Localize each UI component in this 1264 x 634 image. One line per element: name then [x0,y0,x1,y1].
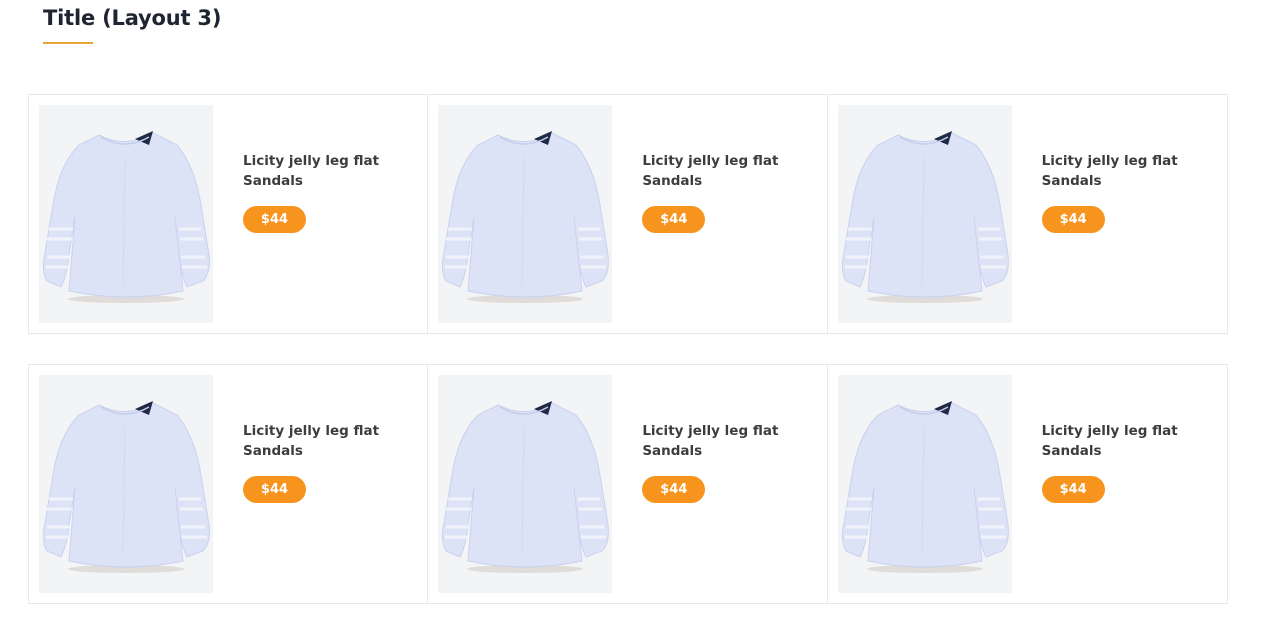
product-card: Licity jelly leg flat Sandals $44 [29,95,429,333]
section-title: Title (Layout 3) [43,6,222,30]
product-image[interactable] [837,375,1012,593]
product-row: Licity jelly leg flat Sandals $44 Licity… [28,94,1228,334]
title-underline [43,42,93,44]
product-name-link[interactable]: Licity jelly leg flat Sandals [1042,151,1192,191]
price-badge: $44 [1041,476,1105,503]
price-badge: $44 [1041,206,1105,233]
product-name-link[interactable]: Licity jelly leg flat Sandals [243,421,393,461]
product-card: Licity jelly leg flat Sandals $44 [428,365,828,603]
product-name-link[interactable]: Licity jelly leg flat Sandals [243,151,393,191]
product-card: Licity jelly leg flat Sandals $44 [828,95,1227,333]
product-card: Licity jelly leg flat Sandals $44 [428,95,828,333]
product-image[interactable] [39,105,213,323]
price-badge: $44 [642,476,706,503]
price-badge: $44 [243,476,306,503]
product-image[interactable] [438,105,613,323]
product-card: Licity jelly leg flat Sandals $44 [29,365,429,603]
blouse-image [438,375,613,593]
price-badge: $44 [642,206,706,233]
blouse-image [438,105,613,323]
blouse-image [837,105,1012,323]
price-badge: $44 [243,206,306,233]
product-image[interactable] [438,375,613,593]
blouse-image [39,375,213,593]
product-name-link[interactable]: Licity jelly leg flat Sandals [642,151,792,191]
product-image[interactable] [39,375,213,593]
product-image[interactable] [837,105,1012,323]
blouse-image [39,105,213,323]
blouse-image [837,375,1012,593]
product-grid: Licity jelly leg flat Sandals $44 Licity… [28,94,1228,634]
product-name-link[interactable]: Licity jelly leg flat Sandals [1042,421,1192,461]
product-card: Licity jelly leg flat Sandals $44 [828,365,1227,603]
product-name-link[interactable]: Licity jelly leg flat Sandals [642,421,792,461]
product-row: Licity jelly leg flat Sandals $44 Licity… [28,364,1228,604]
